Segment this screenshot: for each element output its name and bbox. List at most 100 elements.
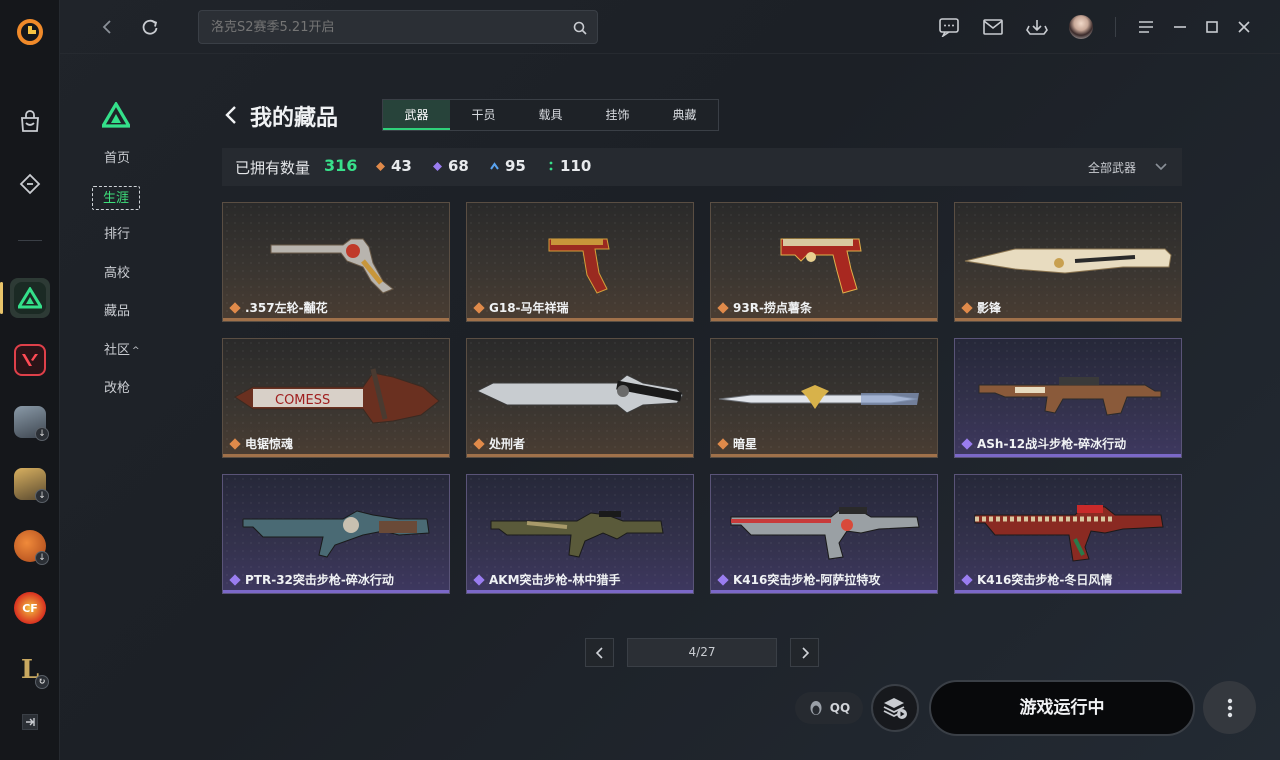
rail-divider xyxy=(18,240,42,241)
minimize-icon[interactable] xyxy=(1167,14,1193,40)
quality-blue: 95 xyxy=(490,157,526,175)
weapon-card[interactable]: 处刑者 xyxy=(466,338,694,458)
rarity-bar xyxy=(955,590,1181,593)
weapon-card[interactable]: G18-马年祥瑞 xyxy=(466,202,694,322)
active-indicator xyxy=(0,282,3,314)
pubg-mobile-game[interactable]: ↓ xyxy=(10,464,50,504)
quality-green-count: 110 xyxy=(560,157,592,175)
weapon-image: COMESS xyxy=(234,368,440,424)
weapon-card[interactable]: 93R-捞点薯条 xyxy=(710,202,938,322)
chevron-down-icon[interactable] xyxy=(1154,158,1168,177)
quality-purple-count: 68 xyxy=(448,157,469,175)
stats-bar: 已拥有数量 316 43 68 95 110 全部武器 xyxy=(222,148,1182,186)
weapon-card[interactable]: .357左轮-黼花 xyxy=(222,202,450,322)
weapon-image xyxy=(974,504,1164,562)
quality-purple: 68 xyxy=(433,157,469,175)
nav-community[interactable]: 社区 ^ xyxy=(92,339,144,363)
shop-icon[interactable] xyxy=(10,102,50,142)
download-badge-icon: ↓ xyxy=(35,489,49,503)
weapon-card[interactable]: AKM突击步枪-林中猎手 xyxy=(466,474,694,594)
search-icon[interactable] xyxy=(573,20,587,39)
nav-college[interactable]: 高校 xyxy=(92,262,144,286)
page-indicator: 4/27 xyxy=(627,638,777,667)
rarity-bar xyxy=(467,318,693,321)
weapon-name: 93R-捞点薯条 xyxy=(733,301,812,315)
category-tabs: 武器 干员 载具 挂饰 典藏 xyxy=(382,99,719,131)
accelerator-button[interactable] xyxy=(871,684,919,732)
weapon-card[interactable]: K416突击步枪-阿萨拉特攻 xyxy=(710,474,938,594)
weapon-name: PTR-32突击步枪-碎冰行动 xyxy=(245,573,394,587)
green-dots-icon xyxy=(549,161,553,171)
chat-icon[interactable] xyxy=(936,14,962,40)
tag-icon[interactable] xyxy=(10,164,50,204)
chevron-left-icon xyxy=(595,646,603,659)
header-back-icon[interactable] xyxy=(222,104,240,130)
weapon-image xyxy=(730,507,920,560)
quality-orange: 43 xyxy=(376,157,412,175)
pubg-icon: ↓ xyxy=(14,406,49,441)
qq-penguin-icon xyxy=(810,701,822,715)
mail-icon[interactable] xyxy=(980,14,1006,40)
nav-home[interactable]: 首页 xyxy=(92,147,144,171)
valorant-style-game[interactable] xyxy=(10,340,50,380)
weapon-name: 影锋 xyxy=(977,301,1002,315)
tab-charms[interactable]: 挂饰 xyxy=(584,100,651,130)
maximize-icon[interactable] xyxy=(1199,14,1225,40)
refresh-icon[interactable] xyxy=(137,14,163,40)
weapon-card[interactable]: 影锋 xyxy=(954,202,1182,322)
next-page-button[interactable] xyxy=(790,638,819,667)
topbar-divider xyxy=(1115,17,1116,37)
download-badge-icon: ↓ xyxy=(35,551,49,565)
pubg-game[interactable]: ↓ xyxy=(10,402,50,442)
avatar[interactable] xyxy=(1068,14,1094,40)
search-box[interactable] xyxy=(198,10,598,44)
league-game[interactable]: L ↻ xyxy=(10,650,50,690)
weapon-filter-dropdown[interactable]: 全部武器 xyxy=(1088,159,1136,176)
rarity-bar xyxy=(711,454,937,457)
delta-force-game[interactable] xyxy=(10,278,50,318)
quality-blue-count: 95 xyxy=(505,157,526,175)
rarity-bar xyxy=(467,454,693,457)
menu-icon[interactable] xyxy=(1133,14,1159,40)
nav-career[interactable]: 生涯 xyxy=(92,186,140,210)
tab-operators[interactable]: 干员 xyxy=(450,100,517,130)
tab-weapons[interactable]: 武器 xyxy=(383,100,450,130)
top-bar xyxy=(60,0,1280,54)
more-options-button[interactable] xyxy=(1203,681,1256,734)
rarity-bar xyxy=(711,318,937,321)
weapon-image xyxy=(242,510,430,558)
close-icon[interactable] xyxy=(1231,14,1257,40)
weapon-card[interactable]: PTR-32突击步枪-碎冰行动 xyxy=(222,474,450,594)
crossfire-game[interactable]: CF xyxy=(10,588,50,628)
collapse-icon[interactable] xyxy=(10,702,50,742)
app-logo-icon[interactable] xyxy=(10,12,50,52)
back-icon[interactable] xyxy=(94,14,120,40)
search-input[interactable] xyxy=(199,11,539,43)
tab-vehicles[interactable]: 载具 xyxy=(517,100,584,130)
page-title: 我的藏品 xyxy=(250,106,339,131)
weapon-card[interactable]: K416突击步枪-冬日风情 xyxy=(954,474,1182,594)
basketball-game[interactable]: ↓ xyxy=(10,526,50,566)
weapon-name: AKM突击步枪-林中猎手 xyxy=(489,573,621,587)
qq-button[interactable]: QQ xyxy=(795,692,863,724)
owned-count: 316 xyxy=(324,156,358,175)
nav-gun-mod[interactable]: 改枪 xyxy=(92,377,144,401)
nav-ranking[interactable]: 排行 xyxy=(92,223,144,247)
delta-force-icon xyxy=(14,282,46,314)
weapon-card[interactable]: 暗星 xyxy=(710,338,938,458)
download-icon[interactable] xyxy=(1024,14,1050,40)
weapon-name: .357左轮-黼花 xyxy=(245,301,328,315)
weapon-card[interactable]: COMESS 电锯惊魂 xyxy=(222,338,450,458)
layers-play-icon xyxy=(883,698,907,719)
weapon-name: 处刑者 xyxy=(489,437,526,451)
prev-page-button[interactable] xyxy=(585,638,614,667)
tab-classics[interactable]: 典藏 xyxy=(651,100,718,130)
weapon-image xyxy=(490,511,664,558)
nav-collection[interactable]: 藏品 xyxy=(92,300,144,324)
game-running-button[interactable]: 游戏运行中 xyxy=(929,680,1195,736)
weapon-name: K416突击步枪-阿萨拉特攻 xyxy=(733,573,881,587)
weapon-card[interactable]: ASh-12战斗步枪-碎冰行动 xyxy=(954,338,1182,458)
quality-green: 110 xyxy=(548,157,591,175)
caret-up-icon: ^ xyxy=(132,346,140,356)
nav-community-label: 社区 xyxy=(104,343,131,358)
